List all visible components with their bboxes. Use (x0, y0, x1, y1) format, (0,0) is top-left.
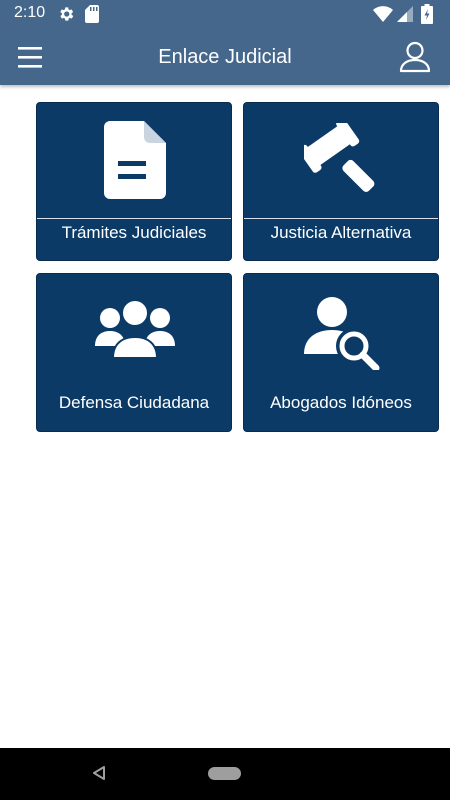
group-people-icon (95, 299, 175, 359)
tile-label: Abogados Idóneos (270, 393, 412, 412)
gear-icon (60, 7, 74, 21)
tile-justicia-alternativa[interactable]: Justicia Alternativa (243, 102, 439, 261)
gavel-icon (304, 123, 375, 192)
tile-abogados-idoneos[interactable]: Abogados Idóneos (243, 273, 439, 432)
battery-icon (421, 4, 433, 24)
sd-card-icon (85, 5, 99, 23)
tile-defensa-ciudadana[interactable]: Defensa Ciudadana (36, 273, 232, 432)
user-search-icon (304, 297, 380, 370)
document-icon (104, 121, 166, 199)
wifi-icon (373, 6, 393, 22)
app-bar: Enlace Judicial (0, 28, 450, 85)
app-title: Enlace Judicial (158, 46, 292, 68)
tile-tramites-judiciales[interactable]: Trámites Judiciales (36, 102, 232, 261)
back-icon[interactable] (92, 766, 106, 780)
status-bar: 2:10 (0, 0, 450, 28)
status-time: 2:10 (14, 4, 46, 21)
tile-label: Justicia Alternativa (244, 218, 438, 260)
tile-label: Trámites Judiciales (37, 218, 231, 260)
signal-icon (397, 6, 413, 22)
system-nav-bar (0, 748, 450, 800)
tile-label: Defensa Ciudadana (58, 393, 210, 412)
home-pill-icon[interactable] (208, 767, 241, 780)
user-profile-icon[interactable] (398, 41, 432, 73)
